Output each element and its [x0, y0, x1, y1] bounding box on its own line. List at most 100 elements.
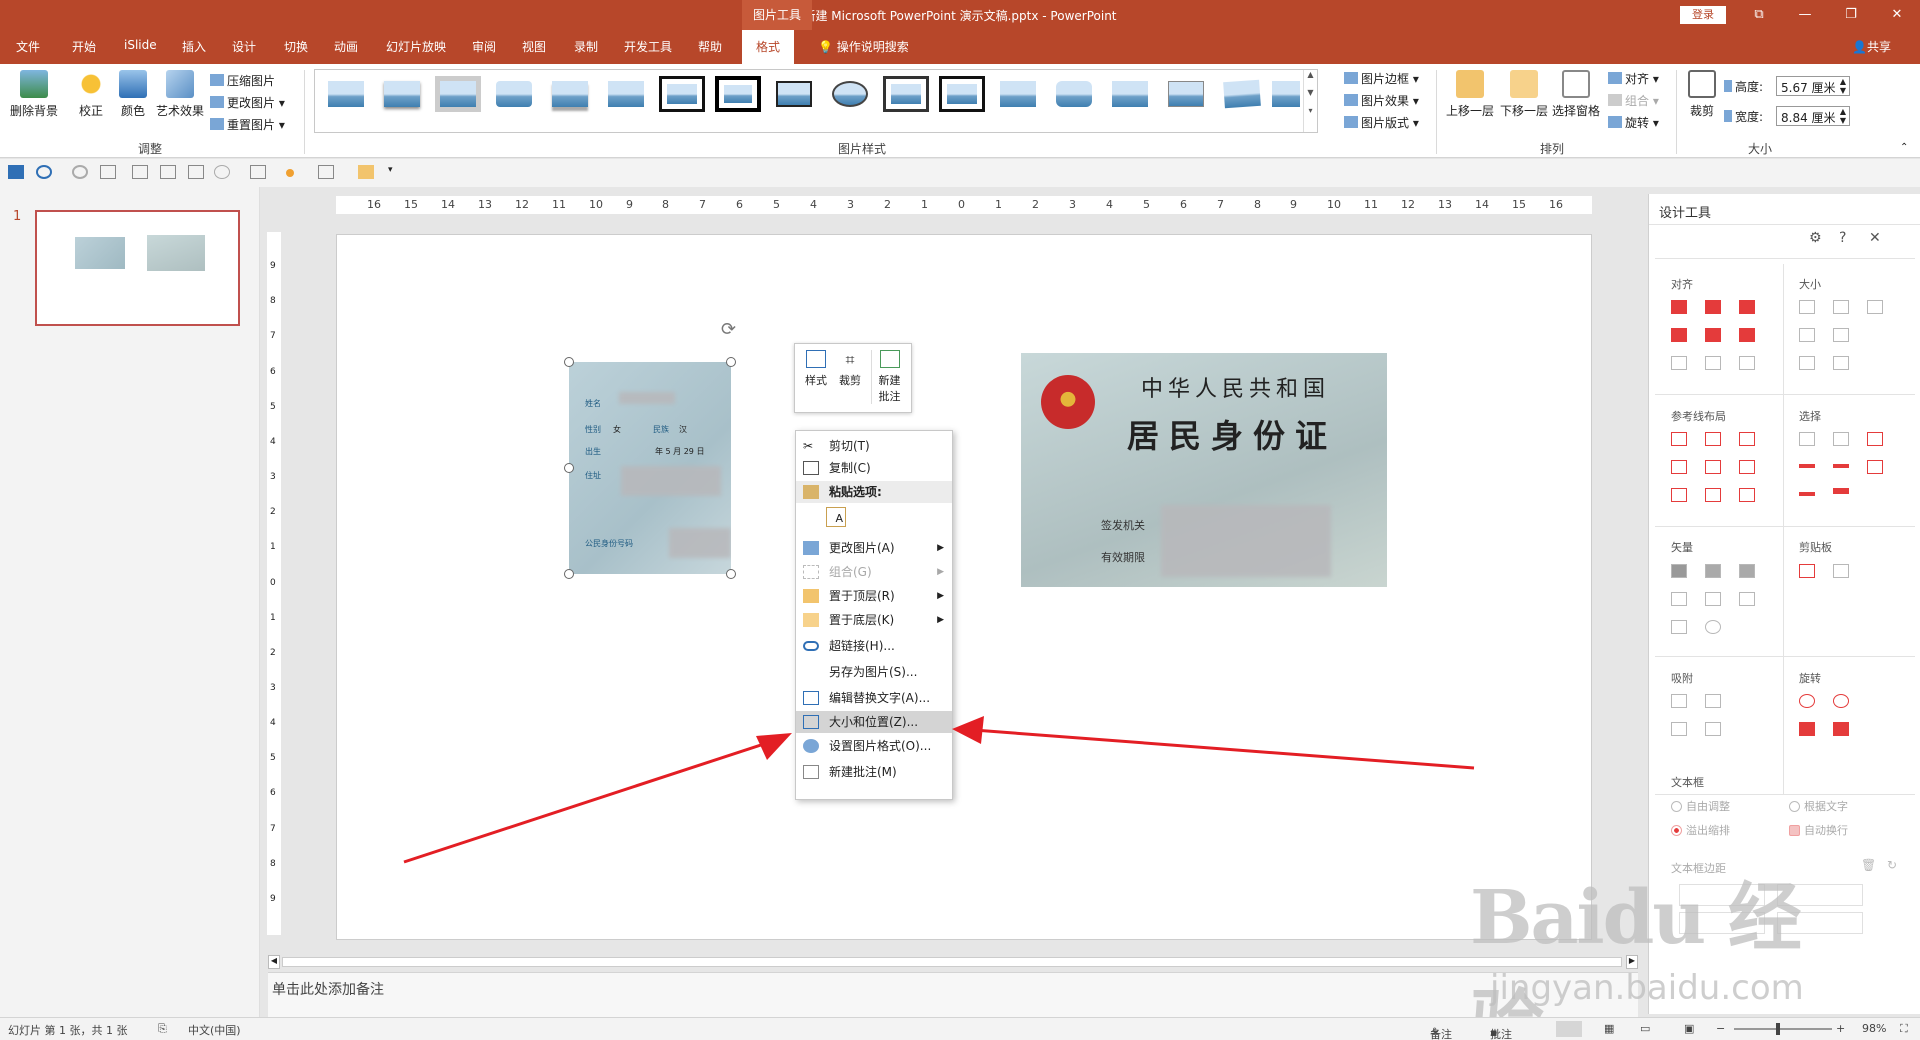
select-top-icon[interactable] — [1799, 464, 1815, 468]
selection-pane-button[interactable]: 选择窗格 — [1550, 70, 1602, 119]
fit-text-radio[interactable]: 根据文字 — [1789, 798, 1848, 814]
style-thumb[interactable] — [379, 76, 425, 112]
spell-check-icon[interactable]: ⎘ — [158, 1022, 167, 1036]
crop-button[interactable]: 裁剪 — [1684, 70, 1720, 119]
start-slideshow-icon[interactable] — [100, 165, 116, 179]
tell-me-search[interactable]: 💡 操作说明搜索 — [818, 38, 909, 55]
change-picture-button[interactable]: 更改图片 ▾ — [210, 94, 285, 111]
guide-top-icon[interactable] — [1671, 460, 1687, 474]
scroll-track[interactable] — [282, 957, 1622, 967]
table-icon[interactable] — [160, 165, 176, 179]
tab-file[interactable]: 文件 — [16, 38, 40, 55]
subtract-icon[interactable] — [1705, 592, 1721, 606]
close-button[interactable]: ✕ — [1874, 0, 1920, 30]
zoom-in-icon[interactable]: + — [1836, 1022, 1845, 1035]
guide-bottom-icon[interactable] — [1739, 460, 1755, 474]
style-thumb[interactable] — [435, 76, 481, 112]
style-thumb[interactable] — [491, 76, 537, 112]
bring-forward-button[interactable]: 上移一层 — [1444, 70, 1496, 119]
settings-icon[interactable]: ⚙ — [1809, 230, 1822, 246]
tab-home[interactable]: 开始 — [72, 38, 96, 55]
menu-copy[interactable]: 复制(C) — [796, 457, 952, 479]
style-thumb[interactable] — [1267, 76, 1305, 112]
share-button[interactable]: 👤共享 — [1852, 38, 1891, 55]
corrections-button[interactable]: 校正 — [72, 70, 110, 119]
paste-keep-text-icon[interactable]: A — [826, 507, 846, 527]
style-thumb[interactable] — [659, 76, 705, 112]
select-arrow-icon[interactable] — [1867, 460, 1883, 474]
resize-handle[interactable] — [564, 569, 574, 579]
reading-view-icon[interactable]: ▭ — [1640, 1022, 1650, 1035]
width-input[interactable]: 8.84 厘米 ▲ ▼ — [1776, 106, 1850, 126]
guide-right-icon[interactable] — [1739, 432, 1755, 446]
arrange-icon[interactable] — [358, 165, 374, 179]
shape-outline-icon[interactable] — [318, 165, 334, 179]
free-adjust-radio[interactable]: 自由调整 — [1671, 798, 1730, 814]
resize-handle[interactable] — [564, 463, 574, 473]
align-top-icon[interactable] — [1671, 328, 1687, 342]
menu-group[interactable]: 组合(G) ▶ — [796, 561, 952, 583]
color-button[interactable]: 颜色 — [114, 70, 152, 119]
rotate-button[interactable]: 旋转 ▾ — [1608, 114, 1659, 131]
style-thumb[interactable] — [323, 76, 369, 112]
tab-design[interactable]: 设计 — [232, 38, 256, 55]
text-to-shape-icon[interactable] — [1671, 620, 1687, 634]
style-thumb[interactable] — [715, 76, 761, 112]
stretch-right-icon[interactable] — [1833, 328, 1849, 342]
zoom-slider-thumb[interactable] — [1776, 1023, 1780, 1035]
style-thumb[interactable] — [883, 76, 929, 112]
style-thumb[interactable] — [1218, 74, 1266, 113]
tab-help[interactable]: 帮助 — [698, 38, 722, 55]
restore-button[interactable]: ❐ — [1828, 0, 1874, 30]
horizontal-scrollbar[interactable]: ◀ ▶ — [268, 955, 1638, 969]
scroll-left-icon[interactable]: ◀ — [268, 955, 280, 969]
height-input[interactable]: 5.67 厘米 ▲ ▼ — [1776, 76, 1850, 96]
tab-developer[interactable]: 开发工具 — [624, 38, 672, 55]
select-middle-icon[interactable] — [1833, 464, 1849, 468]
menu-send-to-back[interactable]: 置于底层(K) ▶ — [796, 609, 952, 631]
same-size-icon[interactable] — [1867, 300, 1883, 314]
redo-icon[interactable] — [72, 165, 88, 179]
zoom-slider[interactable] — [1734, 1028, 1832, 1030]
tab-review[interactable]: 审阅 — [472, 38, 496, 55]
align-center-icon[interactable] — [1705, 300, 1721, 314]
ribbon-display-icon[interactable]: ⧉ — [1736, 0, 1782, 30]
shape-icon[interactable] — [188, 165, 204, 179]
zoom-out-icon[interactable]: − — [1716, 1022, 1725, 1035]
select-similar-icon[interactable] — [1833, 432, 1849, 446]
same-height-icon[interactable] — [1833, 300, 1849, 314]
rotate-left-icon[interactable] — [1799, 694, 1815, 708]
slide-icon[interactable] — [132, 165, 148, 179]
guide-width-icon[interactable] — [1671, 488, 1687, 502]
reset-picture-button[interactable]: 重置图片 ▾ — [210, 116, 285, 133]
crop-mini-button[interactable]: ⌗ 裁剪 — [835, 350, 865, 388]
style-thumb[interactable] — [995, 76, 1041, 112]
color-dot-icon[interactable] — [286, 169, 294, 177]
intersect-icon[interactable] — [1671, 592, 1687, 606]
style-thumb[interactable] — [603, 76, 649, 112]
collapse-ribbon-icon[interactable]: ⌃ — [1900, 142, 1908, 153]
menu-bring-to-front[interactable]: 置于顶层(R) ▶ — [796, 585, 952, 607]
menu-format-picture[interactable]: 设置图片格式(O)... — [796, 735, 952, 757]
compress-pictures-button[interactable]: 压缩图片 — [210, 72, 275, 89]
style-mini-button[interactable]: 样式 — [801, 350, 831, 388]
same-width-icon[interactable] — [1799, 300, 1815, 314]
edit-points-icon[interactable] — [1739, 592, 1755, 606]
minimize-button[interactable]: — — [1782, 0, 1828, 30]
artistic-effects-button[interactable]: 艺术效果 — [154, 70, 206, 119]
select-row-icon[interactable] — [1833, 488, 1849, 494]
guide-height-icon[interactable] — [1705, 488, 1721, 502]
clipboard-paste-icon[interactable] — [1833, 564, 1849, 578]
style-thumb[interactable] — [827, 76, 873, 112]
tab-format[interactable]: 格式 — [742, 30, 795, 64]
picture-layout-button[interactable]: 图片版式 ▾ — [1344, 114, 1419, 131]
align-button[interactable]: 对齐 ▾ — [1608, 70, 1659, 87]
menu-save-as-picture[interactable]: 另存为图片(S)... — [796, 661, 952, 683]
guide-left-icon[interactable] — [1671, 432, 1687, 446]
refresh-icon[interactable]: ↻ — [1887, 858, 1897, 872]
style-thumb[interactable] — [547, 76, 593, 112]
resize-handle[interactable] — [564, 357, 574, 367]
undo-icon[interactable] — [36, 165, 52, 179]
rotate-right-icon[interactable] — [1833, 694, 1849, 708]
notes-pane[interactable]: 单击此处添加备注 — [268, 972, 1638, 1018]
